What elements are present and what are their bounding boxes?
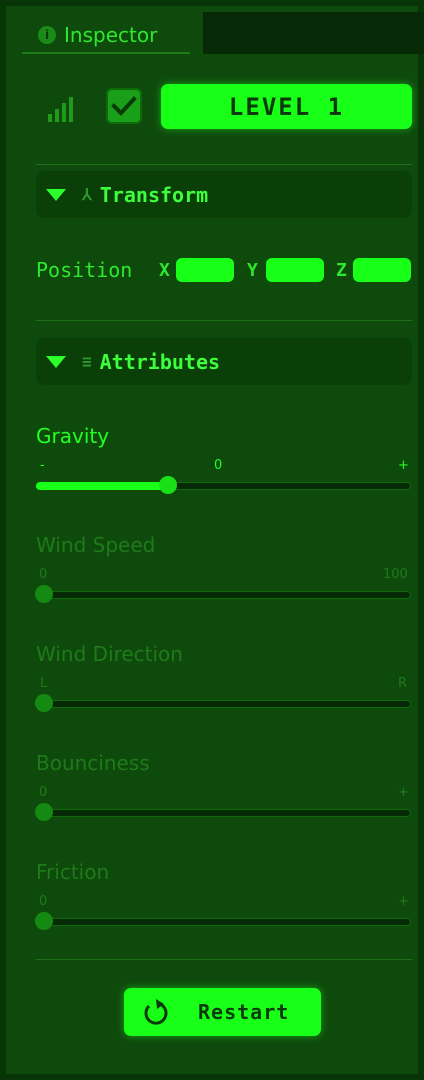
wind-direction-min-label: L (40, 676, 48, 691)
slider-handle[interactable] (35, 694, 53, 712)
friction-max-label: + (398, 894, 409, 909)
slider-fill (36, 482, 168, 490)
collapse-arrow-icon (46, 355, 66, 368)
gravity-min-label: - (40, 458, 45, 473)
tab-bar: i Inspector (12, 12, 424, 54)
wind-speed-min-label: 0 (39, 567, 48, 582)
transform-icon: ⅄ (82, 185, 92, 204)
checkmark-icon (111, 96, 137, 116)
z-axis-label: Z (336, 260, 347, 281)
position-x-input[interactable] (176, 258, 234, 282)
slider-handle[interactable] (159, 476, 177, 494)
position-y-input[interactable] (266, 258, 324, 282)
level-label: LEVEL 1 (228, 92, 345, 121)
wind-direction-slider[interactable] (35, 694, 411, 712)
y-axis-label: Y (247, 260, 258, 281)
bounciness-max-label: + (398, 785, 409, 800)
divider (36, 164, 412, 165)
inspector-panel: i Inspector LEVEL 1 ⅄ Transform Position… (0, 0, 424, 1080)
wind-speed-max-label: 100 (383, 567, 408, 582)
tab-label: Inspector (64, 23, 158, 47)
wind-speed-label: Wind Speed (36, 533, 156, 557)
wind-speed-slider[interactable] (35, 585, 411, 603)
restart-icon (144, 999, 168, 1025)
tab-bar-empty-area (203, 12, 424, 54)
section-header-transform[interactable]: ⅄ Transform (36, 171, 412, 218)
wind-direction-max-label: R (398, 676, 408, 691)
bounciness-label: Bounciness (36, 751, 150, 775)
position-label: Position (36, 258, 133, 282)
section-title-attributes: Attributes (99, 349, 221, 374)
gravity-mid-label: 0 (214, 458, 223, 473)
restart-button[interactable]: Restart (124, 988, 321, 1036)
collapse-arrow-icon (46, 188, 66, 201)
bounciness-min-label: 0 (39, 785, 48, 800)
bounciness-slider[interactable] (35, 803, 411, 821)
level-button[interactable]: LEVEL 1 (161, 84, 412, 129)
friction-min-label: 0 (39, 894, 48, 909)
gravity-label: Gravity (36, 424, 110, 448)
signal-strength-icon (48, 96, 74, 122)
tab-inspector[interactable]: i Inspector (22, 18, 190, 54)
section-header-attributes[interactable]: ≡ Attributes (36, 338, 412, 385)
wind-direction-label: Wind Direction (36, 642, 183, 666)
section-title-transform: Transform (99, 182, 209, 207)
slider-handle[interactable] (35, 912, 53, 930)
x-axis-label: X (159, 260, 170, 281)
divider (36, 320, 412, 321)
restart-label: Restart (198, 1000, 290, 1024)
gravity-max-label: + (398, 458, 409, 473)
friction-slider[interactable] (35, 912, 411, 930)
friction-label: Friction (36, 860, 110, 884)
position-z-input[interactable] (353, 258, 411, 282)
info-icon: i (38, 26, 56, 44)
enabled-checkbox[interactable] (106, 88, 142, 124)
slider-handle[interactable] (35, 585, 53, 603)
gravity-slider[interactable] (36, 476, 411, 494)
list-icon: ≡ (82, 352, 92, 371)
divider (36, 959, 412, 960)
slider-handle[interactable] (35, 803, 53, 821)
